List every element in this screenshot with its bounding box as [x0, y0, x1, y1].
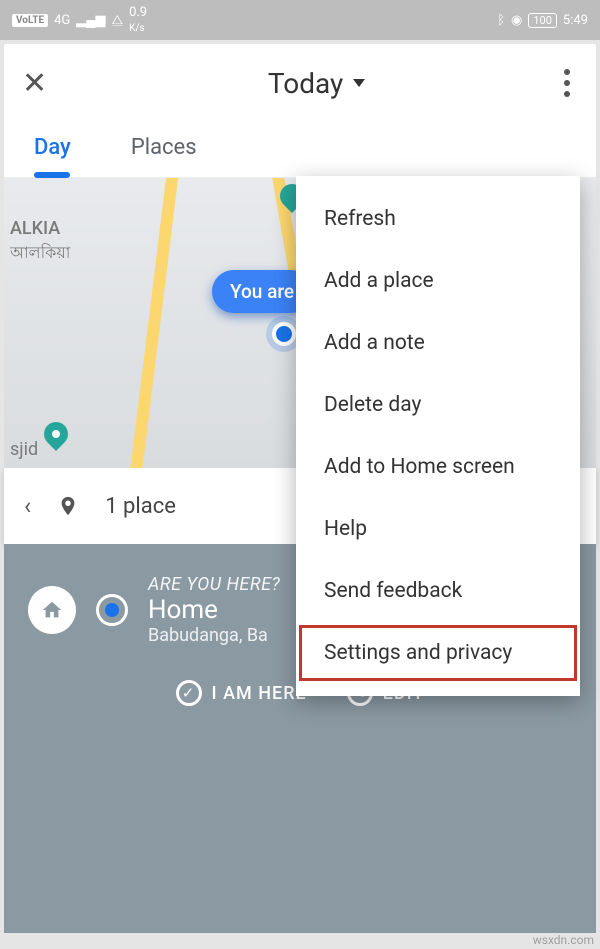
place-name: Home — [148, 595, 280, 625]
menu-add-note[interactable]: Add a note — [296, 312, 580, 374]
home-icon[interactable] — [28, 586, 76, 634]
location-icon: ◉ — [511, 13, 522, 28]
i-am-here-button[interactable]: ✓ I AM HERE — [176, 680, 307, 706]
map-label: ALKIA — [10, 218, 60, 239]
net-icon: 4G — [54, 13, 70, 28]
watermark: wsxdn.com — [533, 933, 594, 947]
timeline-screen: ✕ Today Day Places ALKIA আলকিয়া sjid Yo… — [4, 44, 596, 933]
prev-day-button[interactable]: ‹ — [24, 492, 31, 520]
places-count: 1 place — [105, 494, 176, 519]
menu-send-feedback[interactable]: Send feedback — [296, 560, 580, 622]
date-dropdown[interactable]: Today — [47, 67, 556, 100]
speed-value: 0.9K/s — [129, 5, 147, 35]
clock: 5:49 — [563, 13, 588, 28]
confirm-question: ARE YOU HERE? — [148, 574, 280, 595]
tabs: Day Places — [4, 122, 596, 178]
dropdown-icon — [353, 79, 365, 87]
place-address: Babudanga, Ba — [148, 625, 280, 646]
menu-delete-day[interactable]: Delete day — [296, 374, 580, 436]
menu-add-place[interactable]: Add a place — [296, 250, 580, 312]
menu-refresh[interactable]: Refresh — [296, 188, 580, 250]
menu-add-home-screen[interactable]: Add to Home screen — [296, 436, 580, 498]
tab-day[interactable]: Day — [34, 135, 71, 164]
select-radio[interactable] — [96, 594, 128, 626]
wifi-icon: ⧋ — [111, 13, 123, 28]
overflow-button[interactable] — [556, 61, 578, 105]
status-bar: VoLTE 4G ▂▄▆ ⧋ 0.9K/s ᛒ ◉ 100 5:49 — [0, 0, 600, 40]
battery-icon: 100 — [528, 13, 557, 28]
map-label-native: আলকিয়া — [10, 240, 70, 267]
tab-places[interactable]: Places — [131, 135, 197, 164]
signal-icon: ▂▄▆ — [76, 12, 105, 28]
menu-help[interactable]: Help — [296, 498, 580, 560]
map-label-sjid: sjid — [10, 439, 38, 460]
top-bar: ✕ Today — [4, 44, 596, 122]
check-icon: ✓ — [176, 680, 202, 706]
overflow-menu: Refresh Add a place Add a note Delete da… — [296, 176, 580, 696]
menu-settings-privacy[interactable]: Settings and privacy — [296, 622, 580, 684]
volte-badge: VoLTE — [12, 14, 48, 27]
i-am-here-label: I AM HERE — [212, 683, 307, 704]
close-button[interactable]: ✕ — [22, 66, 47, 101]
place-pin-icon — [57, 491, 79, 521]
current-location-dot — [272, 322, 296, 346]
date-title: Today — [268, 67, 343, 100]
map-pin-icon — [39, 417, 73, 451]
bluetooth-icon: ᛒ — [497, 13, 505, 28]
